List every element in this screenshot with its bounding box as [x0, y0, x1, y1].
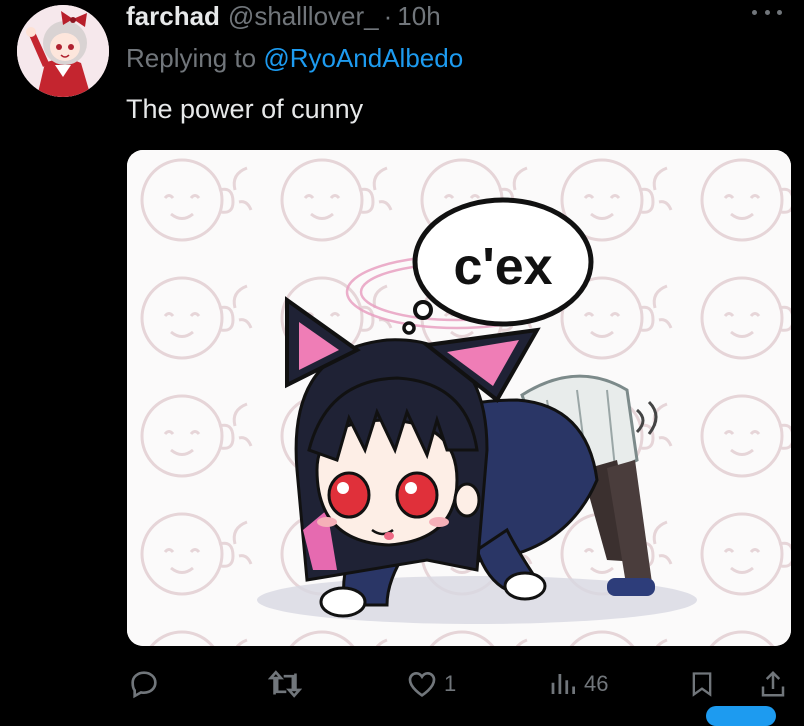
avatar[interactable]: [17, 5, 109, 97]
avatar-image: [17, 5, 109, 97]
share-icon: [761, 670, 785, 697]
bookmark-button[interactable]: [688, 662, 716, 706]
tweet-media-image[interactable]: c'ex: [127, 150, 791, 646]
replying-mention-link[interactable]: @RyoAndAlbedo: [263, 43, 463, 73]
tweet-header: farchad @shalllover_ · 10h: [126, 0, 441, 32]
floating-action-indicator[interactable]: [706, 706, 776, 726]
media-illustration: c'ex: [127, 150, 791, 646]
views-count: 46: [584, 671, 609, 696]
more-options-icon[interactable]: [752, 2, 782, 22]
share-button[interactable]: [758, 662, 788, 706]
separator-dot: ·: [383, 0, 393, 31]
heart-icon: [408, 671, 436, 697]
display-name[interactable]: farchad: [126, 1, 220, 32]
timestamp[interactable]: 10h: [397, 1, 440, 32]
views-icon: [551, 674, 575, 694]
tweet-text: The power of cunny: [126, 94, 364, 124]
reply-button[interactable]: [128, 662, 160, 706]
replying-to-line: Replying to @RyoAndAlbedo: [126, 43, 463, 74]
bookmark-icon: [692, 672, 712, 697]
like-button[interactable]: 1: [406, 662, 456, 706]
retweet-icon: [268, 670, 302, 698]
user-handle[interactable]: @shalllover_: [228, 1, 379, 32]
speech-bubble-text: c'ex: [453, 238, 552, 296]
tweet-action-bar: 1 46: [0, 662, 804, 706]
reply-icon: [131, 671, 157, 699]
views-button[interactable]: 46: [548, 662, 608, 706]
retweet-button[interactable]: [268, 662, 302, 706]
replying-prefix: Replying to: [126, 43, 264, 73]
like-count: 1: [444, 671, 457, 696]
